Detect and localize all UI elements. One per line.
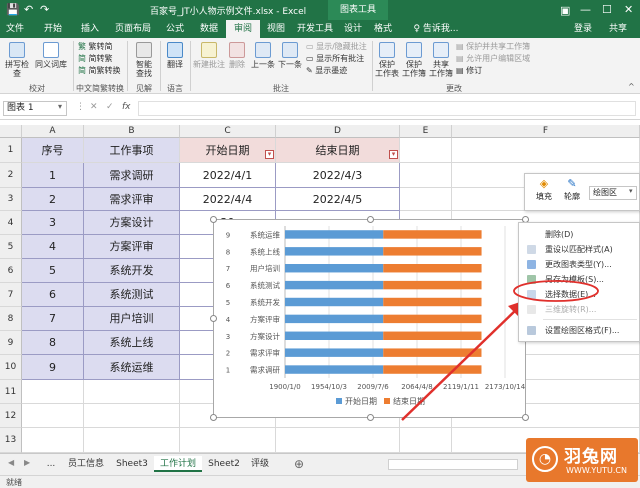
sheet-tab-employee[interactable]: 员工信息 [62,456,110,472]
fill-label: 填充 [536,192,552,201]
menu-item-delete[interactable]: 删除(D) [519,227,640,242]
rabbit-logo-icon: ◔ [532,446,558,472]
menu-label: 设置绘图区格式(F)... [545,326,620,335]
brand-url: WWW.YUTU.CN [566,466,627,475]
chart-mini-toolbar: ◈ 填充 ✎ 轮廓 绘图区 ▾ [524,173,640,211]
delete-icon [527,230,536,239]
sheet-tab-sheet2[interactable]: Sheet2 [204,456,244,472]
outline-label: 轮廓 [564,192,580,201]
outline-button[interactable]: ✎ 轮廓 [559,177,585,202]
status-ready: 就绪 [6,478,22,487]
menu-item-change-chart-type[interactable]: 更改图表类型(Y)... [519,257,640,272]
reset-style-icon [527,245,536,254]
menu-label: 更改图表类型(Y)... [545,260,612,269]
paint-bucket-icon: ◈ [539,177,549,190]
annotation-arrow [401,307,519,421]
menu-label: 删除(D) [545,230,574,239]
sheet-tab-rating[interactable]: 评级 [246,456,274,472]
scroll-right-icon[interactable]: ▶ [24,458,30,467]
menu-label: 三维旋转(R)... [545,305,597,314]
scroll-left-icon[interactable]: ◀ [8,458,14,467]
add-sheet-icon[interactable]: ⊕ [292,456,306,472]
chevron-down-icon[interactable]: ▾ [629,187,633,195]
menu-separator [543,319,637,320]
fill-button[interactable]: ◈ 填充 [531,177,557,202]
sheet-tab-work-plan[interactable]: 工作计划 [154,456,202,472]
brand-name: 羽兔网 [564,447,618,467]
brand-watermark: ◔ 羽兔网 WWW.YUTU.CN [526,438,638,482]
more-sheets[interactable]: ... [40,456,62,472]
horizontal-scrollbar[interactable] [388,459,518,470]
highlight-ellipse-overlay [513,280,599,302]
rotation-icon [527,305,536,314]
format-icon [527,326,536,335]
menu-label: 重设以匹配样式(A) [545,245,613,254]
menu-item-3d-rotation[interactable]: 三维旋转(R)... [519,302,640,317]
menu-item-format-plot-area[interactable]: 设置绘图区格式(F)... [519,323,640,338]
sheet-tab-sheet3[interactable]: Sheet3 [112,456,152,472]
menu-item-reset-style[interactable]: 重设以匹配样式(A) [519,242,640,257]
highlight-ellipse [513,280,599,302]
chart-type-icon [527,260,536,269]
pen-icon: ✎ [567,177,577,190]
